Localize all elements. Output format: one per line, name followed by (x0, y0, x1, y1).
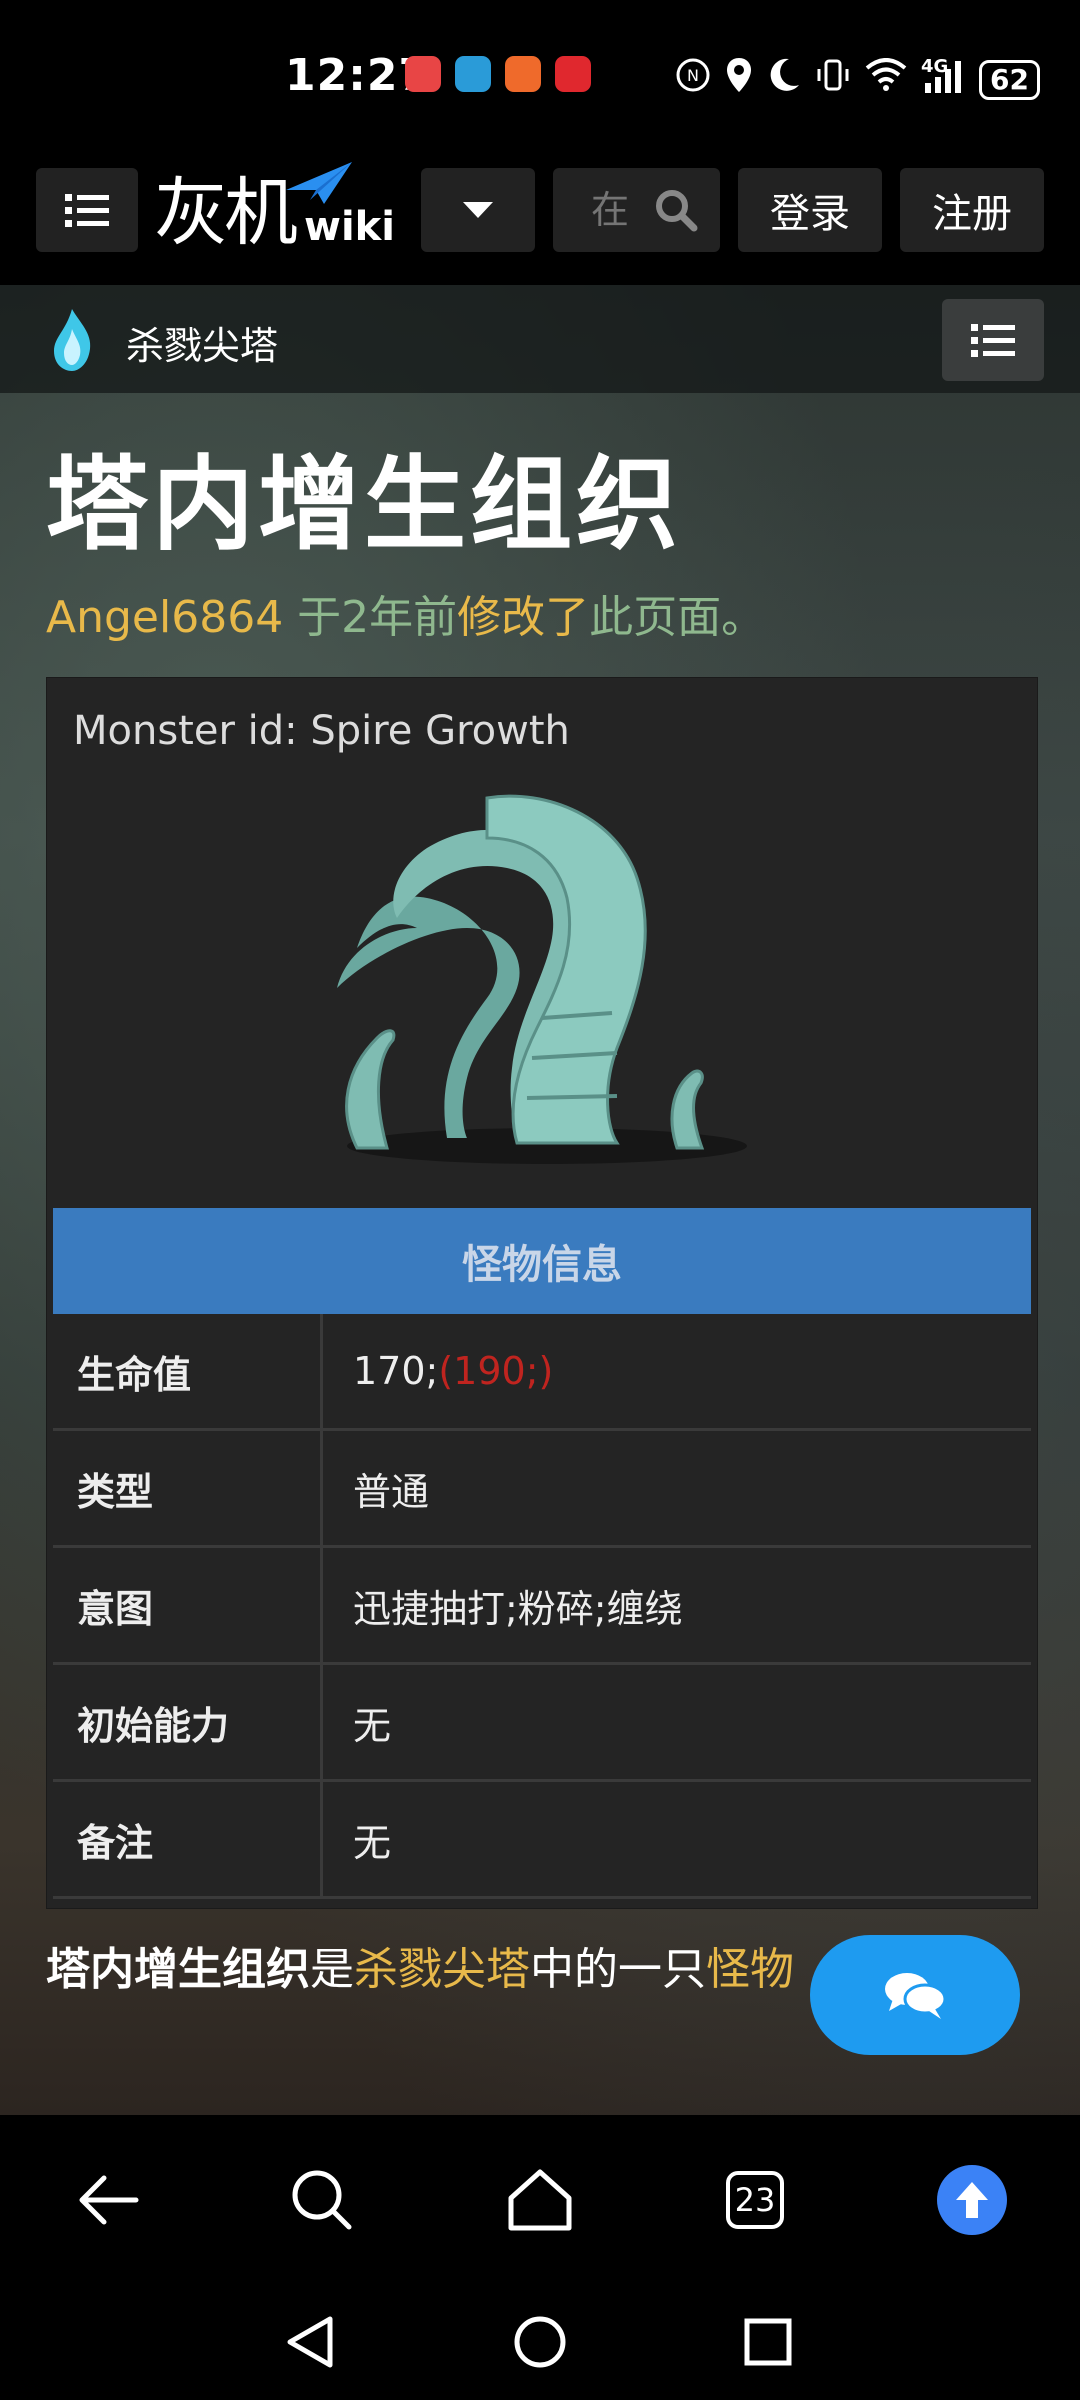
square-recents-icon (744, 2318, 792, 2366)
login-button[interactable]: 登录 (738, 168, 882, 252)
diff-link[interactable]: 修改了 (457, 592, 589, 643)
search-button[interactable] (277, 2155, 367, 2245)
page-content[interactable]: 杀戮尖塔 塔内增生组织 Angel6864 于2年前修改了此页面。 Monste… (0, 285, 1080, 2115)
tabs-count: 23 (726, 2171, 784, 2229)
wiki-subnav: 杀戮尖塔 (0, 285, 1080, 393)
wiki-menu-button[interactable] (942, 299, 1044, 381)
list-icon (65, 194, 109, 227)
row-value: 无 (353, 1703, 392, 1748)
arrow-left-icon (79, 2175, 139, 2225)
infobox-row-ability: 初始能力 无 (53, 1665, 1031, 1782)
row-label: 初始能力 (53, 1665, 323, 1779)
row-value: 无 (353, 1820, 392, 1865)
search-icon (292, 2170, 352, 2230)
edit-suffix: 此页面。 (589, 592, 766, 643)
row-label: 生命值 (53, 1314, 323, 1428)
triangle-back-icon (287, 2316, 333, 2368)
home-button[interactable] (495, 2155, 585, 2245)
intro-paragraph: 塔内增生组织是杀戮尖塔中的一只怪物 (46, 1933, 794, 1997)
up-arrow-icon (937, 2165, 1007, 2235)
paper-plane-icon (286, 162, 352, 204)
status-indicators: N 4G 62 (675, 56, 1040, 103)
list-icon (971, 324, 1015, 357)
infobox-row-hp: 生命值 170; (190;) (53, 1314, 1031, 1431)
row-value: 迅捷抽打;粉碎;缠绕 (353, 1586, 683, 1631)
intro-text: 中的一只 (530, 1944, 706, 1995)
wifi-icon (865, 58, 907, 101)
row-value: 170; (190;) (353, 1314, 553, 1428)
tabs-button[interactable]: 23 (710, 2155, 800, 2245)
row-label: 类型 (53, 1431, 323, 1545)
video-app-icon (555, 56, 591, 92)
location-icon (725, 56, 753, 103)
search-input[interactable] (589, 187, 653, 233)
site-logo[interactable]: 灰机 wiki (154, 160, 395, 260)
moon-icon (767, 57, 801, 102)
hp-value: 170; (353, 1349, 439, 1393)
row-value: 普通 (353, 1469, 430, 1514)
network-type: 4G (921, 56, 949, 77)
monster-infobox: Monster id: Spire Growth 怪物信息 生命值 170; (1… (46, 677, 1038, 1909)
row-label: 备注 (53, 1782, 323, 1896)
notification-app-icons (405, 56, 591, 92)
editor-link[interactable]: Angel6864 (46, 592, 283, 643)
vibrate-icon (815, 57, 851, 102)
game-link[interactable]: 杀戮尖塔 (354, 1944, 530, 1995)
home-icon (508, 2169, 572, 2231)
system-home-button[interactable] (505, 2307, 575, 2377)
site-top-nav: 灰机 wiki 登录 注册 (0, 150, 1080, 285)
fitness-app-icon (505, 56, 541, 92)
edit-time: 于2年前 (283, 592, 458, 643)
infobox-row-intent: 意图 迅捷抽打;粉碎;缠绕 (53, 1548, 1031, 1665)
infobox-row-type: 类型 普通 (53, 1431, 1031, 1548)
huawei-app-icon (405, 56, 441, 92)
browser-app-icon (455, 56, 491, 92)
chat-icon (885, 1973, 947, 2019)
system-nav-bar (0, 2285, 1080, 2400)
system-recents-button[interactable] (733, 2307, 803, 2377)
monster-image[interactable] (317, 778, 777, 1178)
signal-icon: 4G (921, 56, 965, 102)
scroll-top-button[interactable] (927, 2155, 1017, 2245)
chevron-down-icon (463, 202, 493, 218)
intro-text: 是 (310, 1944, 354, 1995)
infobox-header: 怪物信息 (53, 1208, 1031, 1314)
comment-fab-button[interactable] (810, 1935, 1020, 2055)
row-label: 意图 (53, 1548, 323, 1662)
infobox-row-notes: 备注 无 (53, 1782, 1031, 1899)
search-box[interactable] (553, 168, 720, 252)
dropdown-button[interactable] (421, 168, 535, 252)
circle-home-icon (514, 2316, 566, 2368)
hp-ascension-value: (190;) (438, 1349, 554, 1393)
monster-id: Monster id: Spire Growth (73, 708, 570, 754)
monster-link[interactable]: 怪物 (706, 1944, 794, 1995)
intro-bold: 塔内增生组织 (46, 1944, 310, 1995)
system-back-button[interactable] (275, 2307, 345, 2377)
register-button[interactable]: 注册 (900, 168, 1044, 252)
battery-level: 62 (979, 59, 1040, 100)
site-menu-button[interactable] (36, 168, 138, 252)
back-button[interactable] (63, 2155, 153, 2245)
logo-wiki: wiki (304, 204, 395, 250)
search-icon[interactable] (654, 188, 698, 232)
page-title: 塔内增生组织 (46, 446, 682, 565)
logo-text: 灰机 (154, 170, 298, 256)
edit-info: Angel6864 于2年前修改了此页面。 (46, 581, 765, 645)
svg-text:N: N (687, 66, 699, 85)
flame-logo-icon[interactable] (50, 307, 94, 373)
nfc-icon: N (675, 57, 711, 102)
wiki-title[interactable]: 杀戮尖塔 (126, 315, 278, 370)
status-bar: 12:27 N 4G 62 (0, 0, 1080, 150)
browser-bottom-bar: 23 (0, 2115, 1080, 2285)
